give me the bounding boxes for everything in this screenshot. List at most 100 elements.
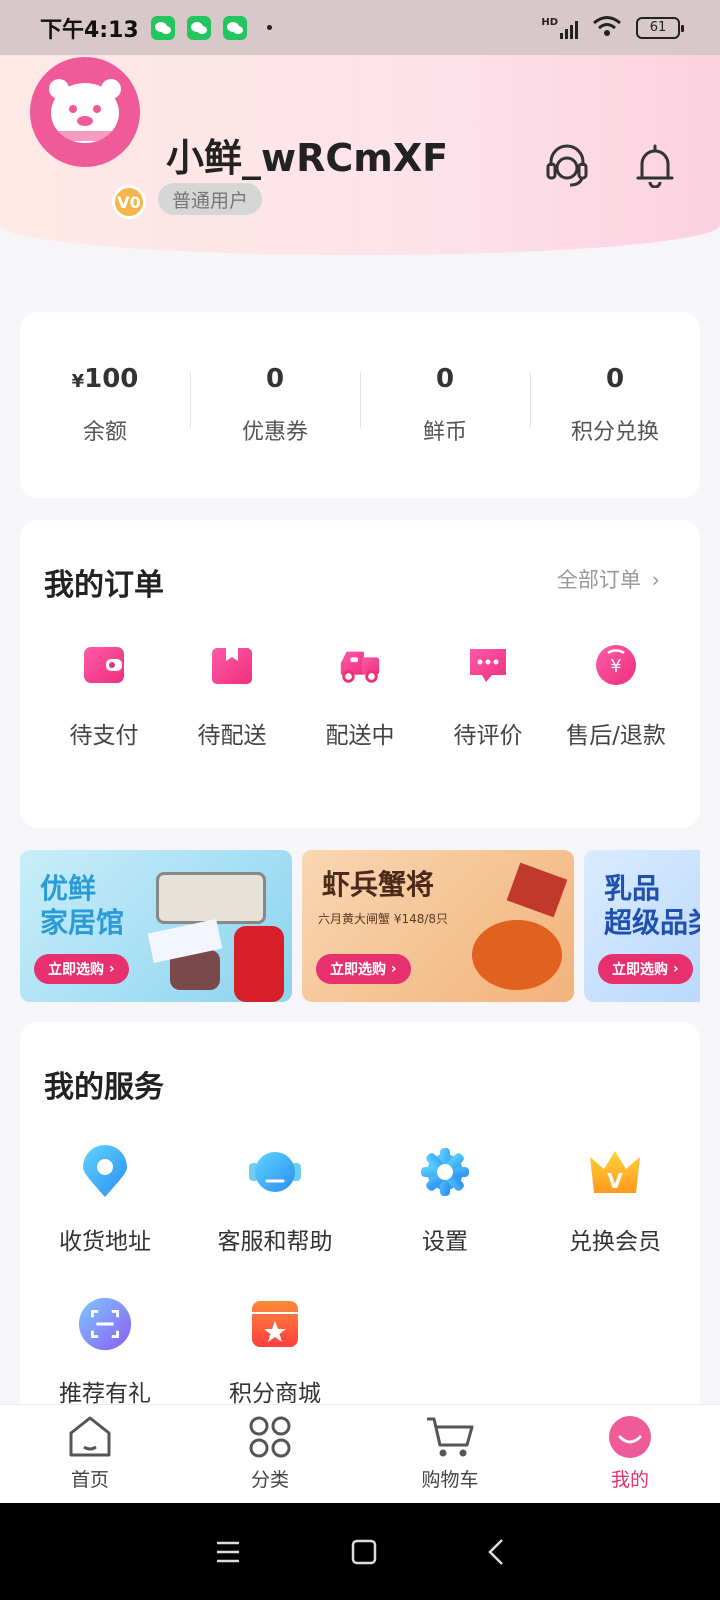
- nav-cart[interactable]: 购物车: [360, 1405, 540, 1503]
- stat-label: 优惠券: [241, 420, 308, 445]
- account-stats-card: ¥100 余额 0 优惠券 0 鲜币 0 积分兑换: [20, 312, 700, 498]
- promo-banner-carousel[interactable]: 优鲜 家居馆 立即选购 › 虾兵蟹将 六月黄大闸蟹 ¥148/8只 立即选购 › …: [20, 850, 700, 1002]
- store-icon: [247, 1296, 303, 1352]
- service-address[interactable]: 收货地址: [20, 1144, 190, 1296]
- back-icon[interactable]: [487, 1538, 505, 1566]
- vip-level-badge: V0: [112, 185, 146, 219]
- banner-buy-button[interactable]: 立即选购 ›: [598, 954, 693, 984]
- svg-text:¥: ¥: [610, 656, 621, 677]
- stat-label: 鲜币: [422, 420, 467, 445]
- banner-title: 乳品超级品类: [604, 872, 700, 939]
- stat-value: 100: [84, 364, 139, 394]
- nav-category[interactable]: 分类: [180, 1405, 360, 1503]
- promo-banner-crab[interactable]: 虾兵蟹将 六月黄大闸蟹 ¥148/8只 立即选购 ›: [302, 850, 574, 1002]
- services-title: 我的服务: [44, 1070, 164, 1105]
- stat-value: 0: [265, 364, 285, 394]
- service-customer-help[interactable]: 客服和帮助: [190, 1144, 360, 1296]
- notification-button[interactable]: [630, 140, 680, 190]
- signal-icon: HD: [541, 17, 578, 39]
- status-time: 下午4:13: [40, 17, 139, 43]
- nav-profile[interactable]: 我的: [540, 1405, 720, 1503]
- home-square-icon[interactable]: [351, 1539, 377, 1565]
- nav-label: 购物车: [421, 1469, 479, 1491]
- stat-balance[interactable]: ¥100 余额: [20, 364, 190, 446]
- bell-icon: [636, 144, 674, 188]
- orders-title: 我的订单: [44, 568, 164, 603]
- stat-value: 0: [435, 364, 455, 394]
- chevron-right-icon: ›: [651, 568, 660, 592]
- location-pin-icon: [77, 1144, 133, 1200]
- bear-mascot-icon: [49, 79, 121, 143]
- customer-service-icon: [247, 1144, 303, 1200]
- service-settings[interactable]: 设置: [360, 1144, 530, 1296]
- service-label: 客服和帮助: [217, 1229, 333, 1255]
- nav-label: 分类: [250, 1469, 289, 1491]
- order-item-label: 待评价: [453, 723, 523, 749]
- menu-icon[interactable]: [215, 1540, 241, 1564]
- wechat-icon: [150, 15, 175, 40]
- banner-product-image: [147, 860, 290, 1002]
- home-icon: [69, 1416, 111, 1457]
- banner-buy-button[interactable]: 立即选购 ›: [34, 954, 129, 984]
- bottom-navigation: 首页 分类 购物车 我的: [0, 1405, 720, 1503]
- stat-currency: ¥: [71, 371, 85, 392]
- battery-icon: 61: [636, 16, 684, 39]
- nav-label: 首页: [70, 1469, 109, 1491]
- banner-buy-button[interactable]: 立即选购 ›: [316, 954, 411, 984]
- stat-label: 余额: [82, 420, 127, 445]
- user-level-tag: 普通用户: [158, 183, 263, 215]
- cart-icon: [427, 1417, 474, 1457]
- service-vip-exchange[interactable]: V 兑换会员: [530, 1144, 700, 1296]
- nav-home[interactable]: 首页: [0, 1405, 180, 1503]
- order-item-label: 售后/退款: [566, 723, 666, 749]
- order-item-label: 待支付: [69, 723, 139, 749]
- stat-points[interactable]: 0 积分兑换: [530, 364, 700, 446]
- service-label: 设置: [422, 1229, 468, 1255]
- order-after-sales[interactable]: ¥ 售后/退款: [552, 632, 680, 750]
- order-item-label: 配送中: [325, 723, 395, 749]
- avatar[interactable]: [30, 57, 140, 167]
- banner-title: 优鲜 家居馆: [40, 872, 125, 939]
- my-services-card: 我的服务 收货地址 客服和帮助 设置 V 兑换会员 推荐有礼 积分商城: [20, 1022, 700, 1422]
- service-label: 积分商城: [229, 1381, 321, 1407]
- status-bar: 下午4:13 HD 61: [0, 0, 720, 55]
- vip-crown-icon: V: [587, 1144, 643, 1200]
- wechat-icon: [222, 15, 247, 40]
- service-label: 收货地址: [59, 1229, 151, 1255]
- wallet-icon: [81, 642, 127, 688]
- notification-dot-icon: [266, 25, 272, 30]
- stat-value: 0: [605, 364, 625, 394]
- promo-banner-home[interactable]: 优鲜 家居馆 立即选购 ›: [20, 850, 292, 1002]
- promo-banner-dairy[interactable]: 乳品超级品类 立即选购 ›: [584, 850, 700, 1002]
- my-orders-card: 我的订单 全部订单 › 待支付 待配送 配送中 待评价 ¥ 售后/退款: [20, 520, 700, 828]
- stat-coupons[interactable]: 0 优惠券: [190, 364, 360, 446]
- system-navigation-bar: [0, 1503, 720, 1600]
- refund-icon: ¥: [593, 642, 639, 688]
- wifi-icon: [592, 15, 622, 41]
- order-pending-review[interactable]: 待评价: [424, 632, 552, 750]
- customer-service-button[interactable]: [542, 140, 592, 190]
- svg-text:V: V: [607, 1169, 623, 1193]
- network-type: HD: [541, 16, 558, 28]
- nav-label: 我的: [610, 1469, 649, 1491]
- all-orders-label: 全部订单: [556, 568, 641, 592]
- headset-icon: [546, 144, 588, 187]
- wechat-icon: [186, 15, 211, 40]
- all-orders-link[interactable]: 全部订单 ›: [557, 564, 660, 594]
- stat-fresh-coins[interactable]: 0 鲜币: [360, 364, 530, 446]
- settings-gear-icon: [417, 1144, 473, 1200]
- username: 小鲜_wRCmXF: [166, 136, 449, 180]
- order-pending-payment[interactable]: 待支付: [40, 632, 168, 750]
- service-label: 推荐有礼: [59, 1381, 151, 1407]
- scan-icon: [77, 1296, 133, 1352]
- banner-subtitle: 六月黄大闸蟹 ¥148/8只: [318, 912, 449, 926]
- banner-product-image: [452, 862, 574, 1000]
- profile-icon: [609, 1416, 651, 1458]
- service-label: 兑换会员: [569, 1229, 661, 1255]
- delivery-truck-icon: [337, 642, 383, 688]
- order-pending-delivery[interactable]: 待配送: [168, 632, 296, 750]
- comment-icon: [465, 642, 511, 688]
- banner-title: 虾兵蟹将: [322, 868, 435, 901]
- order-in-delivery[interactable]: 配送中: [296, 632, 424, 750]
- stat-label: 积分兑换: [570, 420, 659, 445]
